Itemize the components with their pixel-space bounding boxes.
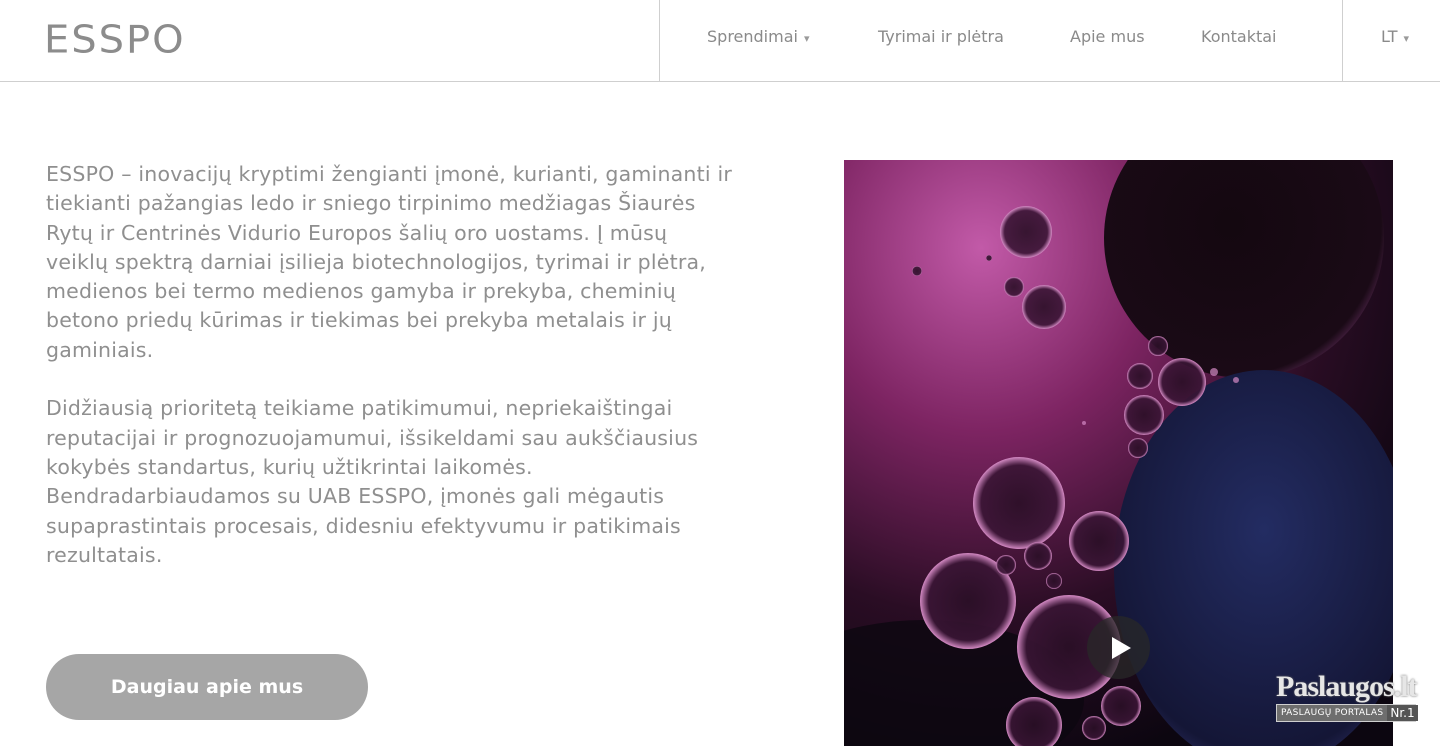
intro-paragraph: Didžiausią prioritetą teikiame patikimum… [46,396,699,567]
watermark: Paslaugos.lt PASLAUGŲ PORTALAS Nr.1 [1276,670,1418,724]
more-about-us-button[interactable]: Daugiau apie mus [46,654,368,720]
nav-label: Tyrimai ir plėtra [878,27,1004,46]
language-label: LT [1381,27,1398,46]
nav-item-kontaktai[interactable]: Kontaktai [1201,27,1277,46]
chevron-down-icon: ▾ [803,31,810,45]
nav-label: Kontaktai [1201,27,1277,46]
header-divider [659,0,660,82]
nav-label: Sprendimai [707,27,798,46]
nav-item-sprendimai[interactable]: Sprendimai ▾ [707,27,810,46]
chevron-down-icon: ▾ [1403,31,1410,45]
logo-text: ESSPO [44,18,186,62]
language-selector[interactable]: LT ▾ [1381,27,1409,46]
site-header: ESSPO Sprendimai ▾ Tyrimai ir plėtra Api… [0,0,1440,82]
logo[interactable]: ESSPO [44,18,186,62]
header-divider [1342,0,1343,82]
nav-item-apie-mus[interactable]: Apie mus [1070,27,1145,46]
video-player[interactable] [844,160,1393,746]
watermark-title: Paslaugos.lt [1276,670,1418,703]
watermark-bar: PASLAUGŲ PORTALAS Nr.1 [1276,704,1418,722]
intro-paragraph: ESSPO – inovacijų kryptimi žengianti įmo… [46,162,732,362]
play-icon [1112,636,1131,659]
watermark-subtitle: PASLAUGŲ PORTALAS [1281,708,1384,718]
nav-item-tyrimai-ir-pletra[interactable]: Tyrimai ir plėtra [878,27,1004,46]
watermark-badge: Nr.1 [1387,705,1418,721]
intro-text: ESSPO – inovacijų kryptimi žengianti įmo… [46,160,736,599]
play-button[interactable] [1087,616,1150,679]
nav-label: Apie mus [1070,27,1145,46]
